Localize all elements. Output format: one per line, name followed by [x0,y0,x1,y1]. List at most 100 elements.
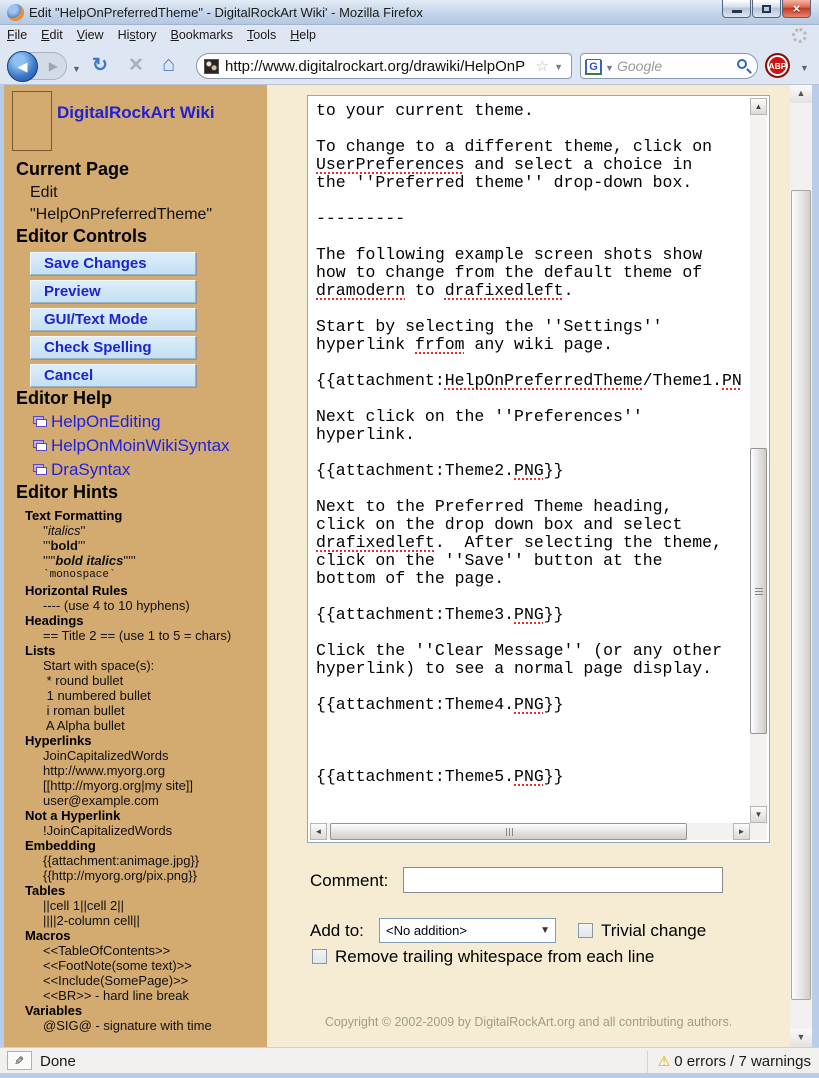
save-changes-button[interactable]: Save Changes [30,252,196,275]
title-bar[interactable]: Edit "HelpOnPreferredTheme" - DigitalRoc… [0,0,819,25]
scroll-right-icon: ► [738,827,746,836]
reload-button[interactable]: ↻ [92,54,108,77]
editor-line: {{attachment:Theme5.PNG}} [316,768,749,786]
close-button[interactable]: × [782,0,811,18]
check-spelling-button[interactable]: Check Spelling [30,336,196,359]
hint-item: <<Include(SomePage)>> [43,973,267,988]
editor-line: {{attachment:Theme4.PNG}} [316,696,749,714]
hint-group-title: Horizontal Rules [25,583,267,598]
editor-line: The following example screen shots show [316,246,749,264]
wiki-title[interactable]: DigitalRockArt Wiki [57,103,215,123]
hint-item: <<BR>> - hard line break [43,988,267,1003]
menu-item-file[interactable]: File [0,25,34,47]
statusbar-edit-iconbox[interactable]: ✎ [7,1051,32,1070]
editor-scroll-right-button[interactable]: ► [733,823,750,840]
editor-line: how to change from the default theme of [316,264,749,282]
status-text: Done [40,1053,76,1070]
editor-hints-heading: Editor Hints [16,482,118,503]
hint-item: [[http://myorg.org|my site]] [43,778,267,793]
trivial-change-checkbox[interactable] [578,923,593,938]
url-dropdown-icon[interactable]: ▼ [554,62,563,72]
hint-item: * round bullet [43,673,267,688]
addto-select[interactable]: <No addition> ▼ [379,918,556,943]
comment-input[interactable] [403,867,723,893]
menu-item-tools[interactable]: Tools [240,25,283,47]
menu-item-help[interactable]: Help [283,25,323,47]
search-engine-dropdown-icon[interactable]: ▼ [605,63,614,73]
search-box[interactable]: G ▼ Google [580,53,758,79]
search-magnifier-icon[interactable] [737,59,747,69]
firefox-icon [7,4,24,21]
window-right-border [812,85,819,1047]
scroll-down-icon: ▼ [797,1032,806,1042]
forward-button[interactable]: ▶ [49,59,58,73]
hint-group-title: Not a Hyperlink [25,808,267,823]
addto-label: Add to: [310,921,364,941]
hint-item: JoinCapitalizedWords [43,748,267,763]
editor-line [316,192,749,210]
minimize-button[interactable] [722,0,751,18]
link-helponediting[interactable]: HelpOnEditing [51,412,161,431]
preview-button[interactable]: Preview [30,280,196,303]
link-drasyntax[interactable]: DraSyntax [51,460,130,479]
bookmark-star-icon[interactable]: ☆ [536,57,549,75]
url-bar[interactable]: http://www.digitalrockart.org/drawiki/He… [196,53,572,79]
page-scroll-down-button[interactable]: ▼ [790,1029,812,1047]
link-helponmoinwikisyntax[interactable]: HelpOnMoinWikiSyntax [51,436,230,455]
wiki-page-icon [36,467,47,475]
wiki-editor-textarea[interactable]: to your current theme. To change to a di… [307,95,770,843]
menu-item-edit[interactable]: Edit [34,25,70,47]
wiki-page-icon [36,419,47,427]
hint-group-title: Variables [25,1003,267,1018]
google-icon[interactable]: G [586,59,601,74]
url-input[interactable]: http://www.digitalrockart.org/drawiki/He… [225,58,525,75]
menu-item-history[interactable]: History [111,25,164,47]
copyright-text: Copyright © 2002-2009 by DigitalRockArt.… [267,1015,790,1029]
editor-line: hyperlink) to see a normal page display. [316,660,749,678]
back-button[interactable]: ◀ [7,51,38,82]
error-console-summary[interactable]: ⚠0 errors / 7 warnings [647,1051,811,1073]
remove-whitespace-checkbox[interactable] [312,949,327,964]
editor-vscroll-track[interactable]: ▲ ▼ [750,98,767,823]
editor-vscroll-thumb[interactable] [750,448,767,734]
wiki-editor-text[interactable]: to your current theme. To change to a di… [310,98,749,822]
editor-line: {{attachment:Theme3.PNG}} [316,606,749,624]
editor-control-buttons: Save Changes Preview GUI/Text Mode Check Sp… [30,252,196,392]
addto-selected-value: <No addition> [386,923,467,938]
cancel-button[interactable]: Cancel [30,364,196,387]
gui-text-mode-button[interactable]: GUI/Text Mode [30,308,196,331]
page-vscroll-thumb[interactable] [791,190,811,1000]
editor-line: bottom of the page. [316,570,749,588]
wiki-logo[interactable] [12,91,52,151]
editor-hscroll-track[interactable]: ◄ ► [310,823,750,840]
page-vscroll-track[interactable]: ▲ ▼ [790,85,812,1047]
history-dropdown-icon[interactable]: ▼ [72,64,81,74]
search-input[interactable]: Google [617,58,662,74]
editor-hscroll-thumb[interactable] [330,823,687,840]
menu-item-bookmarks[interactable]: Bookmarks [164,25,241,47]
editor-scroll-down-button[interactable]: ▼ [750,806,767,823]
firefox-window: Edit "HelpOnPreferredTheme" - DigitalRoc… [0,0,819,1078]
help-link-row: DraSyntax [36,460,230,484]
maximize-button[interactable] [752,0,781,18]
adblock-dropdown-icon[interactable]: ▼ [800,63,809,73]
adblock-plus-icon[interactable]: ABP [765,53,790,78]
trivial-change-label: Trivial change [601,921,706,941]
home-button[interactable]: ⌂ [162,51,175,77]
stop-button[interactable]: ✕ [128,54,144,77]
editor-line [316,750,749,768]
editor-scroll-left-button[interactable]: ◄ [310,823,327,840]
menu-item-view[interactable]: View [70,25,111,47]
editor-line [316,678,749,696]
wiki-page-icon [36,443,47,451]
editor-line: To change to a different theme, click on [316,138,749,156]
window-bottom-border [0,1073,819,1078]
page-scroll-up-button[interactable]: ▲ [790,85,812,103]
hint-item: A Alpha bullet [43,718,267,733]
editor-scroll-up-button[interactable]: ▲ [750,98,767,115]
hint-group-title: Embedding [25,838,267,853]
hint-item: 1 numbered bullet [43,688,267,703]
window-title: Edit "HelpOnPreferredTheme" - DigitalRoc… [29,0,423,25]
editor-line: click on the ''Save'' button at the [316,552,749,570]
editor-line [316,588,749,606]
